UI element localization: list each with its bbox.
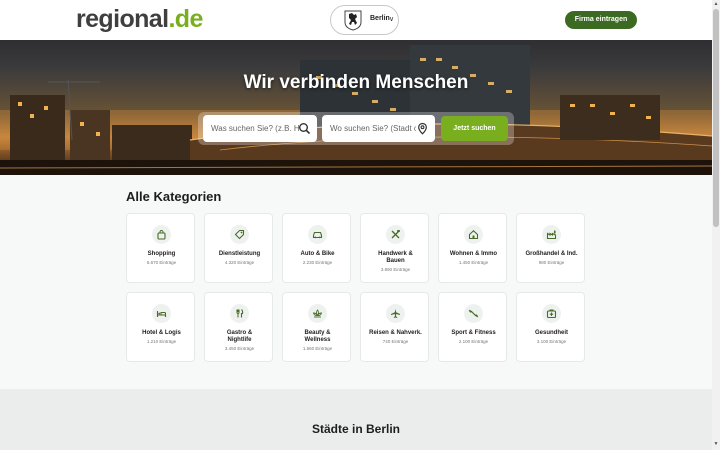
city-selector[interactable]: Berlin ∨ — [330, 5, 399, 35]
where-search-field[interactable]: Wo suchen Sie? (Stadt oder PLZ) — [322, 115, 435, 142]
category-name: Handwerk & Bauen — [378, 251, 413, 264]
category-count: 1.210 Einträge — [146, 339, 177, 344]
what-search-placeholder: Was suchen Sie? (z.B. Handwerker, Restau… — [211, 124, 299, 133]
category-name: Gastro & Nightlife — [226, 330, 253, 343]
factory-icon — [542, 225, 561, 244]
where-search-placeholder: Wo suchen Sie? (Stadt oder PLZ) — [330, 124, 416, 133]
category-count: 3.890 Einträge — [380, 267, 411, 272]
car-icon — [308, 225, 327, 244]
tag-icon — [230, 225, 249, 244]
plane-icon — [386, 304, 405, 323]
category-name: Sport & Fitness — [451, 330, 496, 336]
categories-grid: Shopping 5.670 Einträge Dienstleistung 4.32… — [126, 213, 587, 363]
category-count: 740 Einträge — [382, 339, 409, 344]
category-card[interactable]: Shopping 5.670 Einträge — [126, 213, 195, 283]
tools-icon — [386, 225, 405, 244]
page-scrollbar[interactable]: ▲ ▼ — [712, 0, 720, 450]
lotus-icon — [308, 304, 327, 323]
site-logo[interactable]: regional.de — [76, 5, 203, 33]
city-selector-label: Berlin — [370, 15, 390, 22]
scroll-up-arrow-icon[interactable]: ▲ — [712, 1, 720, 8]
category-card[interactable]: Dienstleistung 4.320 Einträge — [204, 213, 273, 283]
location-pin-icon — [418, 122, 427, 135]
category-name: Gesundheit — [534, 330, 568, 336]
firma-eintragen-button[interactable]: Firma eintragen — [565, 11, 637, 29]
category-card[interactable]: Auto & Bike 2.230 Einträge — [282, 213, 351, 283]
jetzt-suchen-button[interactable]: Jetzt suchen — [441, 116, 508, 141]
category-card[interactable]: Hotel & Logis 1.210 Einträge — [126, 292, 195, 362]
category-count: 3.100 Einträge — [536, 339, 567, 344]
category-name: Beauty & Wellness — [304, 330, 331, 343]
category-name: Großhandel & Ind. — [525, 251, 578, 257]
category-count: 5.670 Einträge — [146, 260, 177, 265]
category-name: Auto & Bike — [300, 251, 335, 257]
hero-title: Wir verbinden Menschen — [243, 72, 469, 93]
category-name: Wohnen & Immo — [449, 251, 498, 257]
category-count: 2.100 Einträge — [458, 339, 489, 344]
cities-section: Städte in Berlin — [0, 389, 712, 450]
category-count: 980 Einträge — [538, 260, 565, 265]
category-name: Reisen & Nahverk. — [369, 330, 422, 336]
category-card[interactable]: Reisen & Nahverk. 740 Einträge — [360, 292, 429, 362]
category-card[interactable]: Sport & Fitness 2.100 Einträge — [438, 292, 507, 362]
search-bar: Was suchen Sie? (z.B. Handwerker, Restau… — [198, 112, 514, 145]
scrollbar-thumb[interactable] — [713, 9, 719, 227]
shopping-bag-icon — [152, 225, 171, 244]
category-count: 4.320 Einträge — [224, 260, 255, 265]
category-count: 2.230 Einträge — [302, 260, 333, 265]
category-name: Shopping — [147, 251, 176, 257]
logo-tld-text: .de — [168, 5, 203, 33]
category-count: 1.450 Einträge — [458, 260, 489, 265]
category-card[interactable]: Handwerk & Bauen 3.890 Einträge — [360, 213, 429, 283]
berlin-bear-crest-icon — [344, 10, 362, 31]
cutlery-icon — [230, 304, 249, 323]
search-icon — [299, 123, 311, 135]
category-card[interactable]: Gesundheit 3.100 Einträge — [516, 292, 585, 362]
chevron-down-icon: ∨ — [389, 16, 395, 23]
city-skyline-image — [0, 45, 712, 175]
category-card[interactable]: Wohnen & Immo 1.450 Einträge — [438, 213, 507, 283]
category-count: 3.450 Einträge — [224, 346, 255, 351]
category-count: 1.560 Einträge — [302, 346, 333, 351]
category-name: Dienstleistung — [218, 251, 261, 257]
categories-heading: Alle Kategorien — [126, 189, 222, 204]
dumbbell-icon — [464, 304, 483, 323]
logo-main-text: regional — [76, 5, 169, 33]
category-card[interactable]: Großhandel & Ind. 980 Einträge — [516, 213, 585, 283]
scroll-down-arrow-icon[interactable]: ▼ — [712, 441, 720, 448]
category-name: Hotel & Logis — [142, 330, 181, 336]
hero-banner: Wir verbinden Menschen Was suchen Sie? (… — [0, 40, 712, 175]
house-icon — [464, 225, 483, 244]
cities-heading: Städte in Berlin — [311, 422, 400, 436]
site-header: regional.de Berlin ∨ Firma eintragen — [0, 0, 712, 40]
category-card[interactable]: Gastro & Nightlife 3.450 Einträge — [204, 292, 273, 362]
bed-icon — [152, 304, 171, 323]
what-search-field[interactable]: Was suchen Sie? (z.B. Handwerker, Restau… — [203, 115, 317, 142]
category-card[interactable]: Beauty & Wellness 1.560 Einträge — [282, 292, 351, 362]
medical-kit-icon — [542, 304, 561, 323]
